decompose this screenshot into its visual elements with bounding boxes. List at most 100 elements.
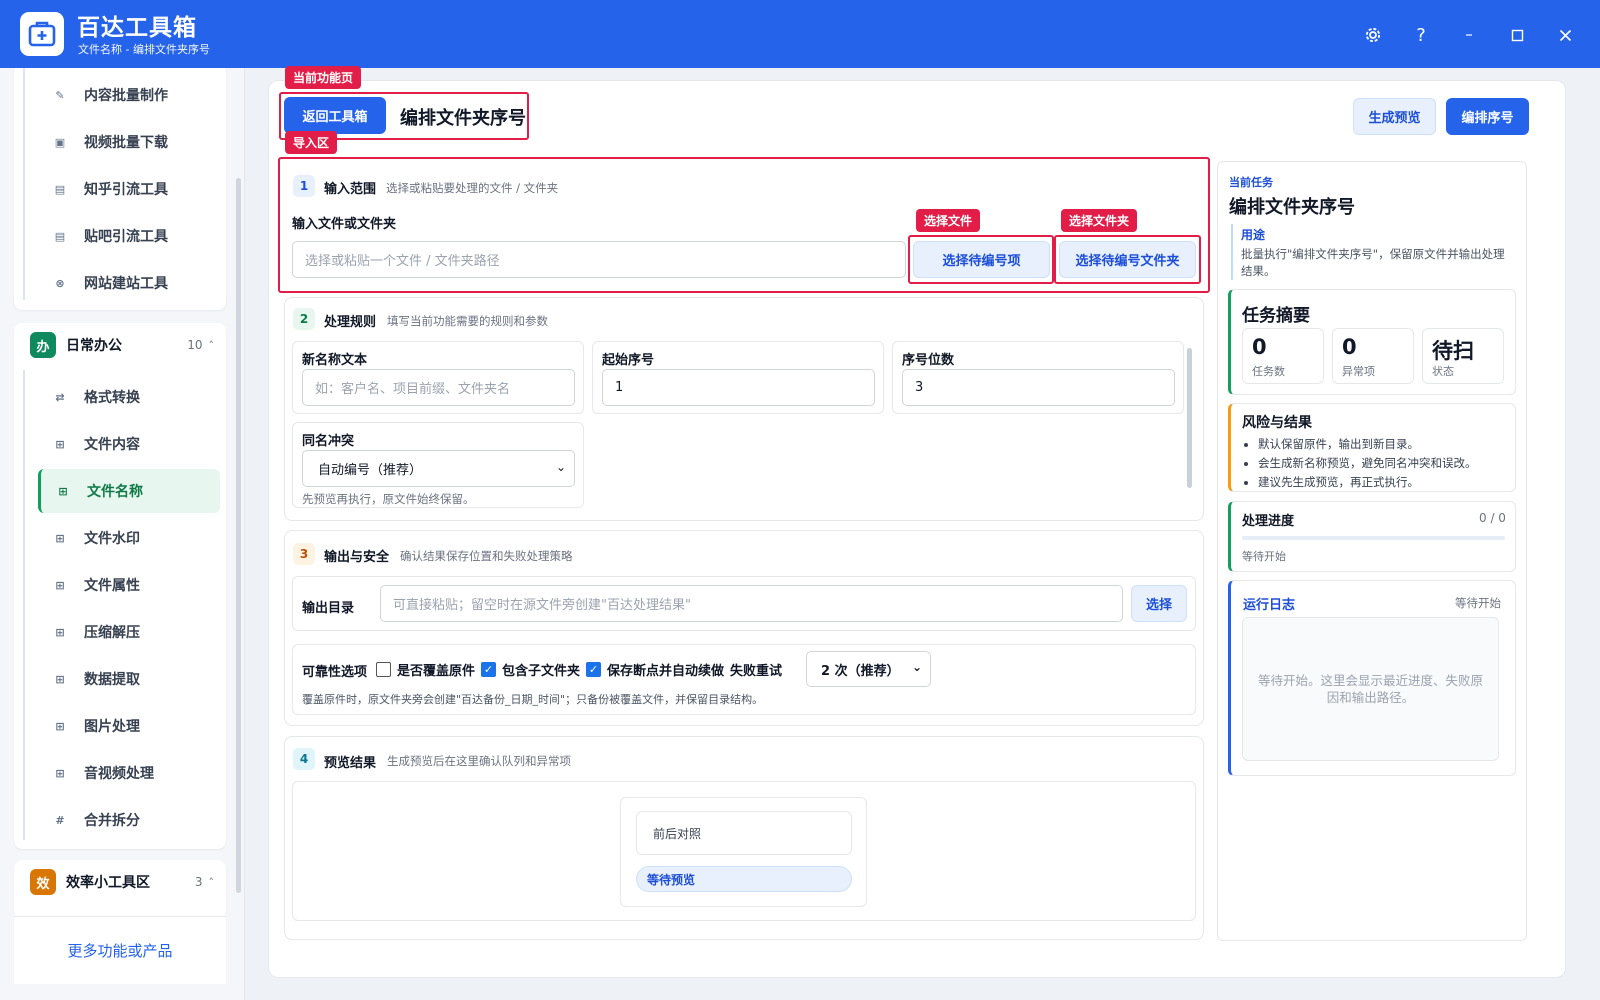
risk-item: 建议先生成预览，再正式执行。: [1258, 474, 1513, 490]
progress-count: 0 / 0: [1479, 511, 1506, 525]
group-count-office: 10: [187, 338, 203, 352]
new-name-input[interactable]: 如：客户名、项目前缀、文件夹名: [302, 369, 575, 406]
maximize-icon: [1511, 29, 1523, 41]
sidebar-item-label: 视频批量下载: [84, 135, 168, 151]
group-header-efficiency[interactable]: 效 效率小工具区 3 ˄: [14, 860, 226, 904]
tieba-icon: ▤: [54, 229, 66, 243]
overwrite-label: 是否覆盖原件: [397, 664, 476, 679]
sidebar-item-label: 压缩解压: [84, 625, 140, 641]
start-number-input[interactable]: 1: [602, 369, 875, 406]
sidebar-item[interactable]: ⊞ 数据提取: [38, 657, 220, 701]
page-title: 编排文件夹序号: [400, 108, 526, 129]
stat-errors: 0 异常项: [1332, 328, 1414, 384]
section-title-rules: 处理规则: [324, 315, 377, 330]
risk-title: 风险与结果: [1242, 415, 1312, 431]
section-title-input: 输入范围: [324, 182, 377, 197]
sidebar-item[interactable]: ⊞ 文件属性: [38, 563, 220, 607]
section-title-output: 输出与安全: [324, 550, 390, 565]
output-dir-input[interactable]: 可直接粘贴；留空时在源文件旁创建"百达处理结果": [380, 585, 1123, 622]
sidebar-item[interactable]: ⊞ 压缩解压: [38, 610, 220, 654]
annotation-import-area: 导入区: [285, 131, 338, 154]
choose-output-button[interactable]: 选择: [1131, 585, 1187, 622]
sidebar-item[interactable]: ⊞ 文件名称: [38, 469, 220, 513]
group-badge-office: 办: [30, 332, 56, 358]
stat-status: 待扫 状态: [1422, 328, 1504, 384]
group-badge-efficiency: 效: [30, 869, 56, 895]
settings-button[interactable]: [1356, 18, 1390, 52]
sidebar-item-label: 合并拆分: [84, 813, 140, 829]
sidebar-item[interactable]: ▣ 视频批量下载: [38, 120, 220, 164]
caret-up-icon: ˄: [208, 338, 215, 352]
sidebar-item-label: 数据提取: [84, 672, 140, 688]
grid-icon: ⊞: [55, 719, 65, 733]
sidebar-item[interactable]: ⊞ 文件内容: [38, 422, 220, 466]
sidebar-item[interactable]: ⊞ 图片处理: [38, 704, 220, 748]
hash-icon: #: [55, 813, 65, 827]
digits-label: 序号位数: [902, 353, 955, 368]
app-logo: [20, 12, 64, 56]
grid-icon: ⊞: [55, 578, 65, 592]
stat-status-value: 待扫: [1432, 339, 1474, 363]
sidebar-scrollbar[interactable]: [236, 178, 241, 893]
video-icon: ▣: [54, 135, 66, 149]
preview-status-pill: 等待预览: [636, 866, 852, 892]
sidebar-item[interactable]: ▤ 贴吧引流工具: [38, 214, 220, 258]
sidebar-item-label: 文件名称: [87, 484, 143, 500]
sidebar-item[interactable]: ⊞ 音视频处理: [38, 751, 220, 795]
subfolders-checkbox[interactable]: ✓: [481, 662, 497, 677]
stat-status-label: 状态: [1432, 365, 1454, 378]
subfolders-label: 包含子文件夹: [502, 664, 581, 679]
close-button[interactable]: [1548, 18, 1582, 52]
risk-item: 会生成新名称预览，避免同名冲突和误改。: [1258, 455, 1513, 471]
generate-preview-button[interactable]: 生成预览: [1353, 98, 1436, 135]
retry-label: 失败重试: [730, 664, 783, 679]
resume-checkbox[interactable]: ✓: [586, 662, 602, 677]
sidebar-item[interactable]: ▤ 知乎引流工具: [38, 167, 220, 211]
convert-icon: ⇄: [55, 390, 65, 404]
overwrite-checkbox[interactable]: [376, 662, 391, 677]
title-bar: 百达工具箱 文件名称 - 编排文件夹序号 ?: [0, 0, 1600, 68]
sidebar-item[interactable]: ✎ 内容批量制作: [38, 73, 220, 117]
compare-box: 前后对照: [636, 811, 852, 855]
group-name-office: 日常办公: [66, 338, 122, 354]
conflict-select[interactable]: 自动编号（推荐） ⌄: [302, 450, 575, 487]
section-number-4: 4: [293, 748, 315, 770]
sidebar-item[interactable]: # 合并拆分: [38, 798, 220, 842]
log-title: 运行日志: [1243, 598, 1296, 613]
conflict-label: 同名冲突: [302, 434, 355, 449]
input-path-field[interactable]: 选择或粘贴一个文件 / 文件夹路径: [292, 241, 906, 278]
annotation-select-file: 选择文件: [916, 209, 981, 232]
sidebar: ✎ 内容批量制作 ▣ 视频批量下载 ▤ 知乎引流工具 ▤ 贴吧引流工具 ⊗ 网站建站工具 办 日常…: [0, 68, 245, 1000]
sidebar-item[interactable]: ⇄ 格式转换: [38, 375, 220, 419]
sidebar-item-label: 网站建站工具: [84, 276, 168, 292]
rules-scrollbar[interactable]: [1187, 348, 1192, 488]
select-items-button[interactable]: 选择待编号项: [913, 241, 1050, 278]
back-to-toolbox-button[interactable]: 返回工具箱: [284, 97, 386, 134]
resume-label: 保存断点并自动续做: [607, 664, 725, 679]
log-output: 等待开始。这里会显示最近进度、失败原因和输出路径。: [1242, 617, 1499, 761]
current-task-label: 当前任务: [1229, 176, 1273, 189]
sidebar-item-label: 音视频处理: [84, 766, 154, 782]
more-products-link[interactable]: 更多功能或产品: [14, 916, 226, 984]
retry-select-value: 2 次（推荐）: [821, 663, 900, 679]
section-desc-input: 选择或粘贴要处理的文件 / 文件夹: [386, 181, 559, 195]
risk-item: 默认保留原件，输出到新目录。: [1258, 436, 1513, 452]
globe-icon: ⊗: [55, 276, 65, 290]
sidebar-item[interactable]: ⊗ 网站建站工具: [38, 261, 220, 305]
stat-errors-value: 0: [1342, 335, 1357, 359]
digits-input[interactable]: 3: [902, 369, 1175, 406]
tree-line: [23, 68, 25, 300]
sidebar-item[interactable]: ⊞ 文件水印: [38, 516, 220, 560]
group-header-office[interactable]: 办 日常办公 10 ˄: [14, 323, 226, 367]
select-folder-button[interactable]: 选择待编号文件夹: [1059, 241, 1196, 278]
help-button[interactable]: ?: [1404, 18, 1438, 52]
log-status: 等待开始: [1455, 596, 1501, 610]
arrange-numbers-button[interactable]: 编排序号: [1446, 98, 1529, 135]
gear-icon: [1365, 27, 1381, 43]
grid-icon: ⊞: [55, 531, 65, 545]
app-title: 百达工具箱: [77, 15, 197, 41]
retry-select[interactable]: 2 次（推荐） ⌄: [806, 651, 931, 687]
minimize-button[interactable]: [1452, 18, 1486, 52]
maximize-button[interactable]: [1500, 18, 1534, 52]
grid-icon: ⊞: [55, 672, 65, 686]
